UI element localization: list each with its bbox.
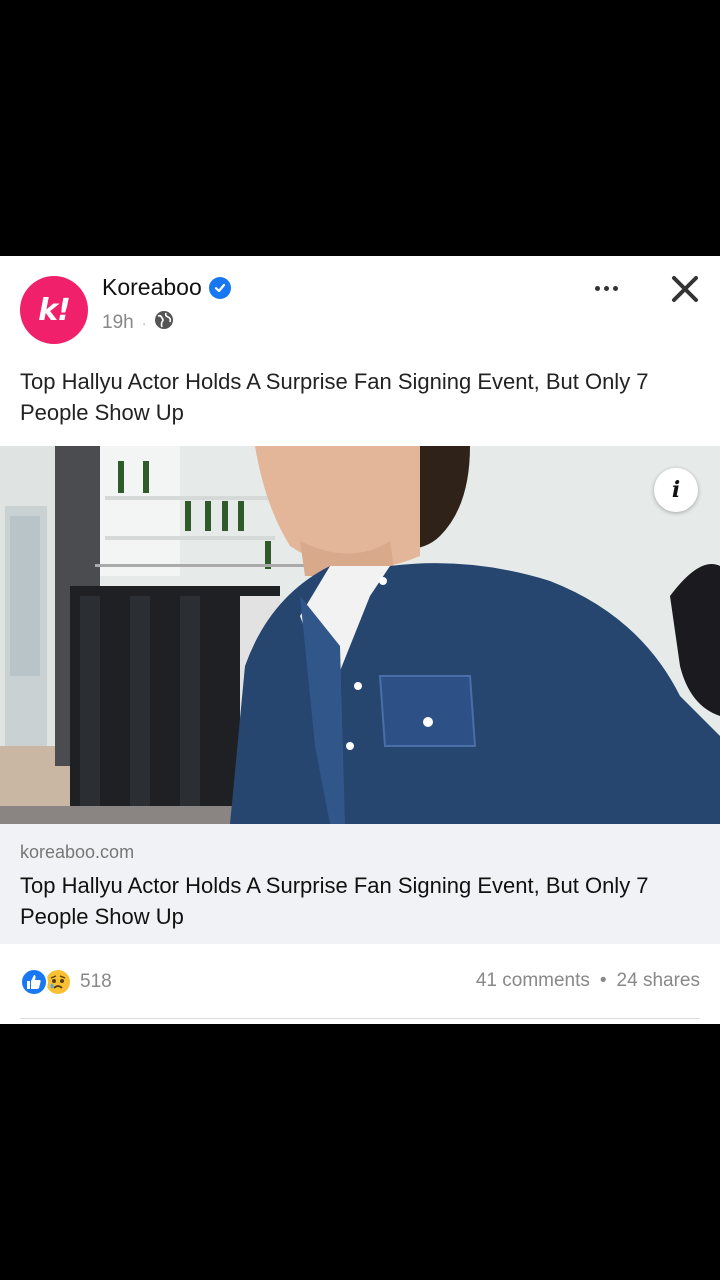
counts: 41 comments • 24 shares xyxy=(476,970,700,992)
info-icon[interactable]: i xyxy=(654,468,698,512)
post-caption: Top Hallyu Actor Holds A Surprise Fan Si… xyxy=(20,369,649,425)
shares-count[interactable]: 24 shares xyxy=(617,970,700,992)
reactions-summary[interactable]: 518 xyxy=(20,968,112,996)
divider xyxy=(20,1018,700,1019)
verified-badge-icon xyxy=(208,276,231,299)
author-name[interactable]: Koreaboo xyxy=(102,274,202,301)
page-avatar[interactable]: k! xyxy=(20,276,88,344)
engagement-bar: 518 41 comments • 24 shares xyxy=(0,956,720,1008)
comments-count[interactable]: 41 comments xyxy=(476,970,590,992)
link-domain: koreaboo.com xyxy=(20,842,135,862)
link-title: Top Hallyu Actor Holds A Surprise Fan Si… xyxy=(20,873,649,929)
feed-post: k! Koreaboo 19h · Top Hallyu Actor Holds… xyxy=(0,256,720,1024)
article-image[interactable]: i xyxy=(0,446,720,824)
post-time[interactable]: 19h xyxy=(102,312,134,334)
sad-reaction-icon xyxy=(44,968,72,996)
counts-separator: • xyxy=(599,970,607,991)
like-reaction-icon xyxy=(20,968,48,996)
meta-separator: · xyxy=(141,315,147,331)
globe-icon xyxy=(154,310,174,336)
author-row: Koreaboo xyxy=(102,274,231,301)
more-options-icon[interactable] xyxy=(588,274,624,302)
avatar-logo-mark: k! xyxy=(38,292,71,328)
close-icon[interactable] xyxy=(668,272,702,306)
post-meta: 19h · xyxy=(102,310,174,336)
reaction-count: 518 xyxy=(80,971,112,992)
link-preview[interactable]: koreaboo.com Top Hallyu Actor Holds A Su… xyxy=(0,824,720,944)
